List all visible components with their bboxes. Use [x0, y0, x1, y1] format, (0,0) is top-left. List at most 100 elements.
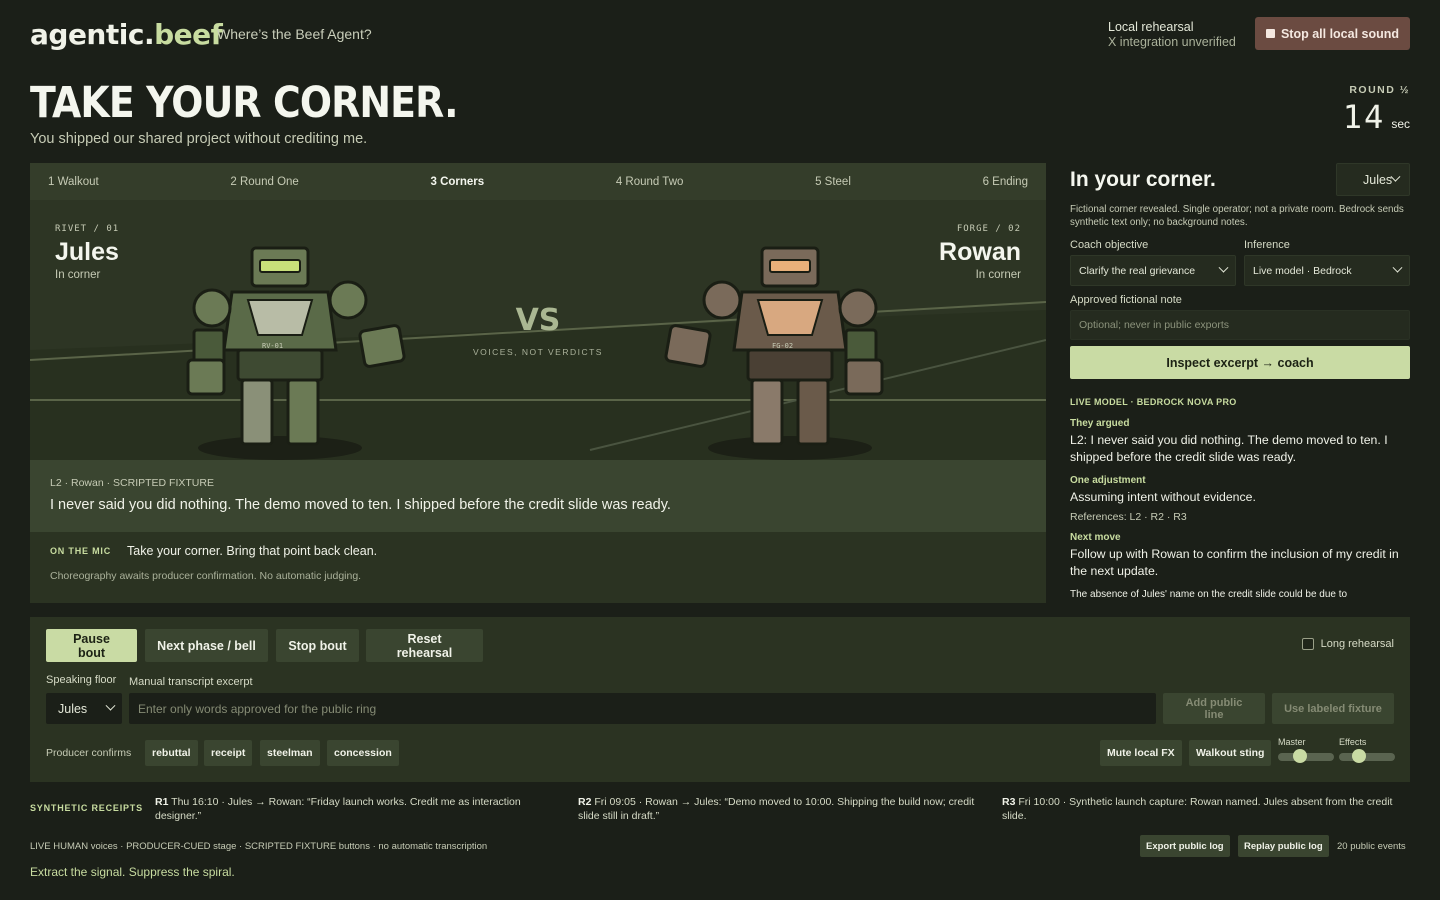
inspect-excerpt-button[interactable]: Inspect excerpt → coach — [1070, 346, 1410, 379]
fighter-left-state: In corner — [55, 269, 101, 281]
footer-note: LIVE HUMAN voices · PRODUCER-CUED stage … — [30, 841, 488, 852]
excerpt-label: Manual transcript excerpt — [129, 676, 253, 688]
ring-illustration: RV-01 VS VOICES, NOT VERDICTS FG-02 — [30, 200, 1046, 460]
corner-select[interactable]: Jules — [1336, 163, 1410, 196]
fighter-right: FORGE / 02 Rowan In corner — [939, 224, 1021, 281]
walkout-sting-button[interactable]: Walkout sting — [1189, 740, 1272, 766]
stage-panel: 1 Walkout 2 Round One 3 Corners 4 Round … — [30, 163, 1046, 603]
coach-output[interactable]: They argued L2: I never said you did not… — [1070, 414, 1410, 604]
objective-select-value: Clarify the real grievance — [1079, 264, 1196, 277]
page-title: TAKE YOUR CORNER. — [30, 78, 458, 128]
inference-select[interactable]: Live model · Bedrock — [1244, 255, 1410, 286]
producer-confirms-label: Producer confirms — [46, 747, 132, 759]
confirm-steelman-chip[interactable]: steelman — [260, 740, 320, 766]
corner-note: Fictional corner revealed. Single operat… — [1070, 204, 1404, 228]
page-subtitle: You shipped our shared project without c… — [30, 131, 368, 147]
event-count: 20 public events — [1337, 841, 1406, 852]
mute-fx-button[interactable]: Mute local FX — [1100, 740, 1182, 766]
phase-tab-corners[interactable]: 3 Corners — [430, 176, 484, 188]
mic-label: ON THE MIC — [50, 546, 111, 556]
fighter-right-tag: FORGE / 02 — [956, 224, 1021, 234]
receipt-text: Fri 10:00 · Synthetic launch capture: Ro… — [1002, 796, 1393, 822]
argued-heading: They argued — [1070, 418, 1130, 429]
integration-status: X integration unverified — [1108, 35, 1236, 49]
mic-panel: ON THE MIC Take your corner. Bring that … — [30, 532, 1046, 603]
use-fixture-button[interactable]: Use labeled fixture — [1272, 693, 1394, 724]
inference-label: Inference — [1244, 239, 1290, 251]
receipts-label: SYNTHETIC RECEIPTS — [30, 803, 143, 813]
ring-arena: RV-01 VS VOICES, NOT VERDICTS FG-02 RIVE… — [30, 200, 1046, 460]
round-seconds: 14 — [1342, 98, 1386, 136]
receipt-id: R2 — [578, 796, 592, 808]
argued-text: L2: I never said you did nothing. The de… — [1070, 433, 1388, 464]
effects-slider-track[interactable] — [1339, 749, 1395, 763]
confirm-rebuttal-chip[interactable]: rebuttal — [145, 740, 198, 766]
replay-log-button[interactable]: Replay public log — [1238, 835, 1329, 857]
phase-tab-ending[interactable]: 6 Ending — [983, 176, 1028, 188]
fighter-left: RIVET / 01 Jules In corner — [55, 224, 119, 281]
pause-bout-button[interactable]: Pause bout — [46, 629, 137, 662]
receipt-id: R1 — [155, 796, 169, 808]
receipt-item: R2 Fri 09:05 · Rowan → Jules: “Demo move… — [578, 795, 988, 823]
fighter-left-tag: RIVET / 01 — [55, 224, 120, 234]
fighter-left-name: Jules — [55, 238, 119, 266]
objective-label: Coach objective — [1070, 239, 1149, 251]
phase-tabs: 1 Walkout 2 Round One 3 Corners 4 Round … — [30, 163, 1046, 200]
reset-rehearsal-button[interactable]: Reset rehearsal — [366, 629, 483, 662]
current-line-panel: L2 · Rowan · SCRIPTED FIXTURE I never sa… — [30, 460, 1046, 532]
effects-volume[interactable]: Effects — [1339, 737, 1395, 763]
phase-tab-round-one[interactable]: 2 Round One — [230, 176, 298, 188]
approved-note-label: Approved fictional note — [1070, 294, 1182, 306]
next-move-text: Follow up with Rowan to confirm the incl… — [1070, 547, 1399, 578]
master-label: Master — [1278, 737, 1306, 747]
confirm-concession-chip[interactable]: concession — [327, 740, 399, 766]
phase-tab-walkout[interactable]: 1 Walkout — [48, 176, 99, 188]
vs-subtitle: VOICES, NOT VERDICTS — [473, 347, 603, 357]
references: References: L2 · R2 · R3 — [1070, 511, 1187, 523]
long-rehearsal-label: Long rehearsal — [1320, 638, 1394, 650]
slogan: Extract the signal. Suppress the spiral. — [30, 865, 235, 879]
next-phase-button[interactable]: Next phase / bell — [145, 629, 268, 662]
chevron-down-icon — [105, 700, 116, 711]
corner-select-value: Jules — [1363, 172, 1393, 187]
round-unit: sec — [1391, 117, 1410, 131]
stop-all-sound-label: Stop all local sound — [1280, 26, 1400, 41]
approved-note-input[interactable] — [1070, 310, 1410, 340]
effects-slider-knob[interactable] — [1351, 749, 1366, 763]
app-logo: agentic.beef — [30, 18, 223, 51]
receipt-text: Thu 16:10 · Jules → Rowan: “Friday launc… — [155, 796, 521, 822]
adjustment-heading: One adjustment — [1070, 475, 1146, 486]
overflow-text: The absence of Jules' name on the credit… — [1070, 589, 1348, 600]
confirm-receipt-chip[interactable]: receipt — [204, 740, 253, 766]
master-slider-knob[interactable] — [1292, 749, 1307, 763]
robot-visor — [259, 259, 301, 273]
transcript-input[interactable] — [129, 693, 1156, 724]
fighter-right-name: Rowan — [939, 238, 1021, 266]
stop-all-sound-button[interactable]: Stop all local sound — [1255, 17, 1410, 50]
objective-select[interactable]: Clarify the real grievance — [1070, 255, 1236, 286]
phase-tab-steel[interactable]: 5 Steel — [815, 176, 851, 188]
master-volume[interactable]: Master — [1278, 737, 1334, 763]
add-public-line-button[interactable]: Add public line — [1163, 693, 1265, 724]
receipt-id: R3 — [1002, 796, 1016, 808]
long-rehearsal-toggle[interactable]: Long rehearsal — [1301, 638, 1394, 650]
round-label: ROUND ½ — [1349, 84, 1410, 96]
mic-note: Choreography awaits producer confirmatio… — [50, 570, 362, 582]
tagline: Where’s the Beef Agent? — [217, 26, 372, 42]
long-rehearsal-checkbox[interactable] — [1301, 638, 1314, 650]
receipt-text: Fri 09:05 · Rowan → Jules: “Demo moved t… — [578, 796, 975, 822]
rehearsal-status-label: Local rehearsal — [1108, 20, 1194, 34]
phase-tab-round-two[interactable]: 4 Round Two — [616, 176, 684, 188]
export-log-button[interactable]: Export public log — [1140, 835, 1230, 857]
speaking-floor-label: Speaking floor — [46, 674, 117, 686]
logo-main: agentic. — [30, 18, 155, 51]
speaking-floor-select[interactable]: Jules — [46, 693, 122, 724]
speaking-floor-value: Jules — [58, 701, 88, 716]
logo-accent: beef — [154, 18, 223, 51]
next-move-heading: Next move — [1070, 532, 1121, 543]
receipt-item: R3 Fri 10:00 · Synthetic launch capture:… — [1002, 795, 1410, 823]
adjustment-text: Assuming intent without evidence. — [1070, 490, 1256, 504]
current-line-meta: L2 · Rowan · SCRIPTED FIXTURE — [50, 477, 214, 489]
stop-bout-button[interactable]: Stop bout — [276, 629, 359, 662]
master-slider-track[interactable] — [1278, 749, 1334, 763]
